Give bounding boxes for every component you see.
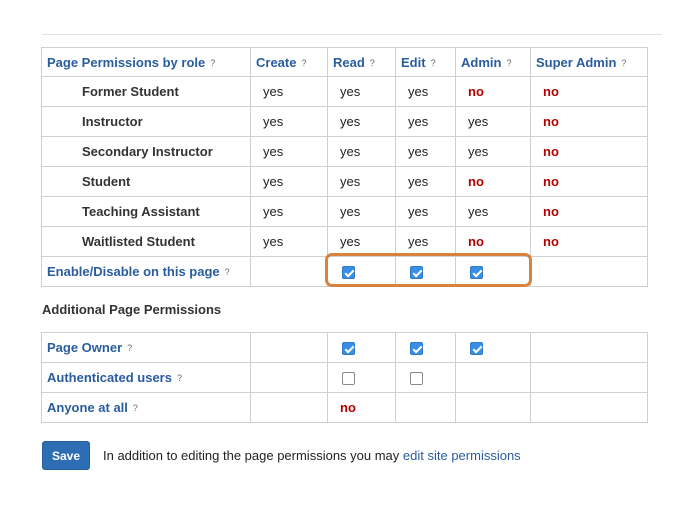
help-icon[interactable]: ? (133, 403, 138, 413)
read-value: yes (327, 76, 396, 107)
admin-value: no (455, 76, 531, 107)
role-name: Student (41, 166, 251, 197)
auth-read-checkbox[interactable] (342, 372, 355, 386)
super-admin-value: no (530, 226, 648, 257)
table-row: Instructor yes yes yes yes no (41, 106, 648, 137)
help-icon[interactable]: ? (370, 58, 375, 68)
authenticated-users-label: Authenticated users? (41, 362, 251, 393)
admin-value: yes (455, 196, 531, 227)
create-value: yes (250, 166, 328, 197)
super-admin-value: no (530, 196, 648, 227)
super-admin-value: no (530, 166, 648, 197)
create-value: yes (250, 226, 328, 257)
help-icon[interactable]: ? (621, 58, 626, 68)
role-name: Teaching Assistant (41, 196, 251, 227)
role-name: Secondary Instructor (41, 136, 251, 167)
table-row: Former Student yes yes yes no no (41, 76, 648, 107)
create-value: yes (250, 136, 328, 167)
edit-value: yes (395, 196, 456, 227)
super-admin-value: no (530, 136, 648, 167)
enable-create-cell (250, 256, 328, 287)
table-header-row: Page Permissions by role? Create? Read? … (41, 47, 648, 77)
authenticated-users-row: Authenticated users? (41, 362, 648, 393)
enable-admin-cell (455, 256, 531, 287)
help-icon[interactable]: ? (431, 58, 436, 68)
additional-permissions-title: Additional Page Permissions (42, 302, 222, 317)
anyone-read-value: no (327, 392, 396, 423)
create-value: yes (250, 76, 328, 107)
footer-text: In addition to editing the page permissi… (103, 448, 521, 463)
role-name: Former Student (41, 76, 251, 107)
super-admin-value: no (530, 76, 648, 107)
owner-edit-checkbox[interactable] (410, 342, 423, 356)
role-name: Instructor (41, 106, 251, 137)
additional-permissions-table: Page Owner? Authenticated users? Anyone … (41, 332, 648, 423)
header-create: Create? (250, 47, 328, 77)
page-owner-label: Page Owner? (41, 332, 251, 363)
read-value: yes (327, 166, 396, 197)
admin-value: no (455, 226, 531, 257)
header-edit: Edit? (395, 47, 456, 77)
top-divider (42, 34, 662, 35)
help-icon[interactable]: ? (225, 267, 230, 277)
save-button[interactable]: Save (42, 441, 90, 470)
role-name: Waitlisted Student (41, 226, 251, 257)
enable-admin-checkbox[interactable] (470, 266, 483, 280)
read-value: yes (327, 226, 396, 257)
help-icon[interactable]: ? (210, 58, 215, 68)
page-permissions-table: Page Permissions by role? Create? Read? … (41, 47, 648, 287)
table-row: Waitlisted Student yes yes yes no no (41, 226, 648, 257)
enable-super-admin-cell (530, 256, 648, 287)
header-super-admin: Super Admin? (530, 47, 648, 77)
help-icon[interactable]: ? (127, 343, 132, 353)
super-admin-value: no (530, 106, 648, 137)
help-icon[interactable]: ? (506, 58, 511, 68)
create-value: yes (250, 106, 328, 137)
auth-edit-checkbox[interactable] (410, 372, 423, 386)
enable-disable-label: Enable/Disable on this page? (41, 256, 251, 287)
help-icon[interactable]: ? (177, 373, 182, 383)
anyone-label: Anyone at all? (41, 392, 251, 423)
edit-value: yes (395, 106, 456, 137)
enable-read-checkbox[interactable] (342, 266, 355, 280)
admin-value: yes (455, 106, 531, 137)
enable-disable-row: Enable/Disable on this page? (41, 256, 648, 287)
header-read: Read? (327, 47, 396, 77)
read-value: yes (327, 136, 396, 167)
edit-value: yes (395, 166, 456, 197)
owner-admin-checkbox[interactable] (470, 342, 483, 356)
edit-site-permissions-link[interactable]: edit site permissions (403, 448, 521, 463)
read-value: yes (327, 196, 396, 227)
create-value: yes (250, 196, 328, 227)
table-row: Teaching Assistant yes yes yes yes no (41, 196, 648, 227)
enable-edit-cell (395, 256, 456, 287)
page-owner-row: Page Owner? (41, 332, 648, 363)
admin-value: no (455, 166, 531, 197)
table-row: Student yes yes yes no no (41, 166, 648, 197)
edit-value: yes (395, 226, 456, 257)
table-row: Secondary Instructor yes yes yes yes no (41, 136, 648, 167)
enable-read-cell (327, 256, 396, 287)
header-admin: Admin? (455, 47, 531, 77)
help-icon[interactable]: ? (301, 58, 306, 68)
owner-read-checkbox[interactable] (342, 342, 355, 356)
edit-value: yes (395, 76, 456, 107)
admin-value: yes (455, 136, 531, 167)
read-value: yes (327, 106, 396, 137)
anyone-row: Anyone at all? no (41, 392, 648, 423)
header-role: Page Permissions by role? (41, 47, 251, 77)
enable-edit-checkbox[interactable] (410, 266, 423, 280)
edit-value: yes (395, 136, 456, 167)
